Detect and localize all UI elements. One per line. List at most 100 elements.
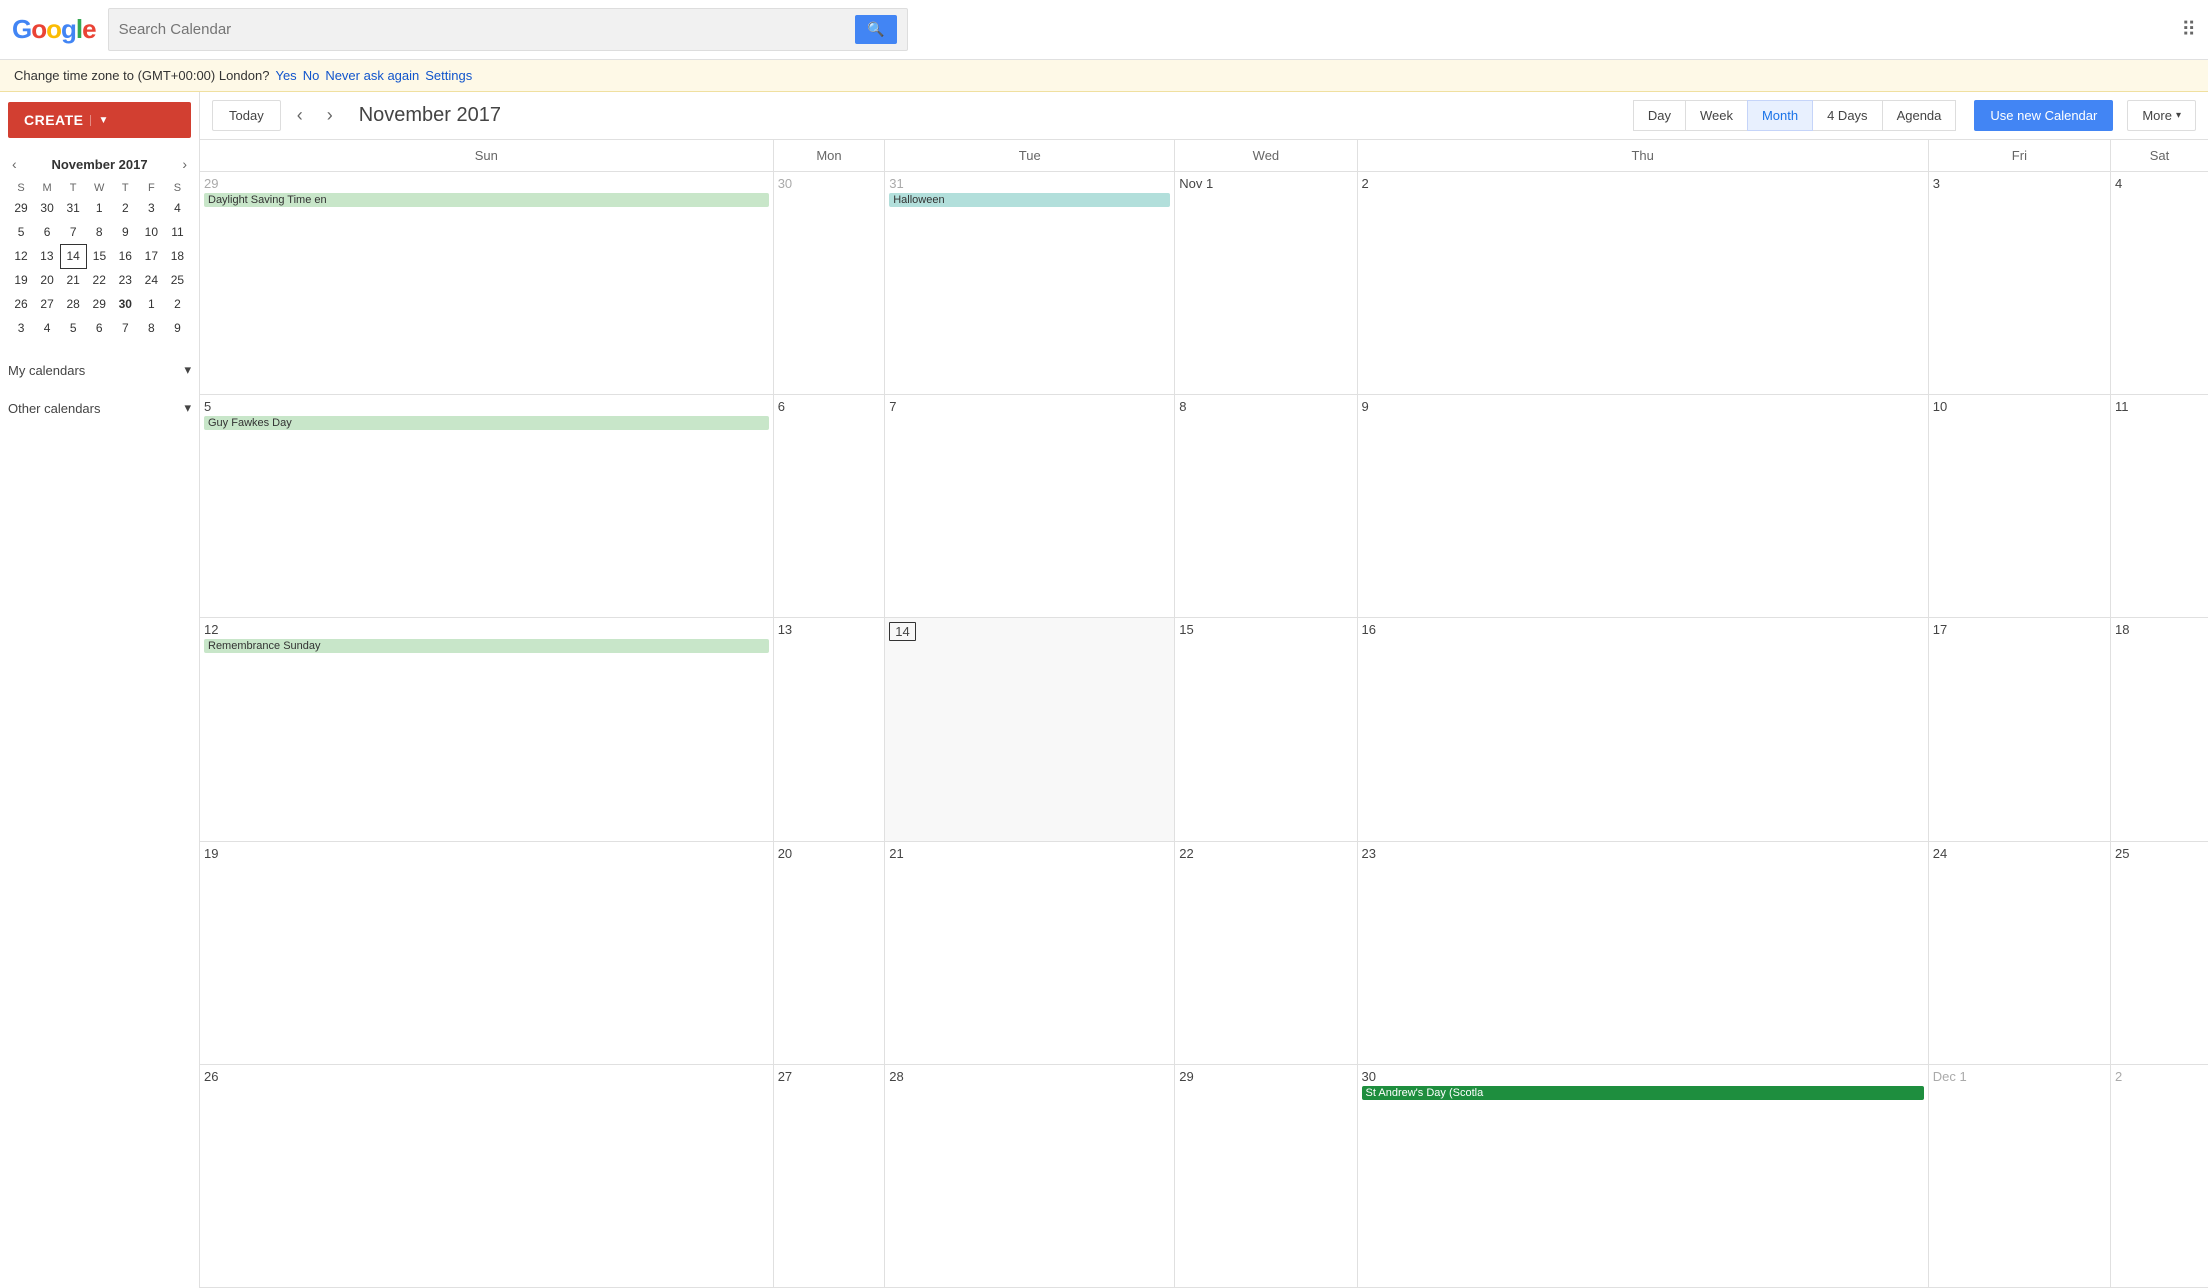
mini-cal-day[interactable]: 19: [8, 268, 34, 292]
calendar-event[interactable]: Guy Fawkes Day: [204, 416, 769, 430]
mini-cal-day[interactable]: 4: [34, 316, 60, 340]
use-new-calendar-button[interactable]: Use new Calendar: [1974, 100, 2113, 131]
calendar-cell[interactable]: 23: [1357, 841, 1928, 1064]
next-month-button[interactable]: ›: [319, 101, 341, 130]
mini-cal-day[interactable]: 8: [86, 220, 112, 244]
mini-cal-day[interactable]: 18: [164, 244, 190, 268]
apps-grid-icon[interactable]: ⠿: [2181, 17, 2196, 42]
tz-settings-link[interactable]: Settings: [425, 68, 472, 83]
mini-cal-day[interactable]: 14: [60, 244, 86, 268]
calendar-cell[interactable]: 2: [1357, 172, 1928, 395]
calendar-cell[interactable]: 20: [773, 841, 885, 1064]
mini-cal-day[interactable]: 8: [138, 316, 164, 340]
mini-cal-day[interactable]: 30: [34, 196, 60, 220]
view-month-button[interactable]: Month: [1747, 100, 1813, 131]
calendar-cell[interactable]: 25: [2111, 841, 2208, 1064]
create-button[interactable]: CREATE ▼: [8, 102, 191, 138]
mini-cal-day[interactable]: 9: [112, 220, 138, 244]
calendar-cell[interactable]: 21: [885, 841, 1175, 1064]
mini-cal-day[interactable]: 1: [86, 196, 112, 220]
my-calendars-dropdown-icon[interactable]: ▾: [184, 362, 191, 378]
mini-cal-day[interactable]: 30: [112, 292, 138, 316]
more-button[interactable]: More ▾: [2127, 100, 2196, 131]
calendar-cell[interactable]: 9: [1357, 395, 1928, 618]
mini-cal-day[interactable]: 27: [34, 292, 60, 316]
calendar-cell[interactable]: 13: [773, 618, 885, 841]
mini-cal-day[interactable]: 28: [60, 292, 86, 316]
mini-cal-day[interactable]: 29: [86, 292, 112, 316]
mini-cal-day[interactable]: 6: [34, 220, 60, 244]
calendar-cell[interactable]: 30St Andrew's Day (Scotla: [1357, 1064, 1928, 1287]
mini-cal-day[interactable]: 7: [112, 316, 138, 340]
search-button[interactable]: 🔍: [855, 15, 896, 44]
calendar-cell[interactable]: 16: [1357, 618, 1928, 841]
mini-cal-day[interactable]: 29: [8, 196, 34, 220]
mini-cal-day[interactable]: 2: [164, 292, 190, 316]
calendar-cell[interactable]: 27: [773, 1064, 885, 1287]
tz-no-link[interactable]: No: [303, 68, 320, 83]
mini-cal-prev-btn[interactable]: ‹: [8, 154, 21, 174]
mini-cal-day[interactable]: 23: [112, 268, 138, 292]
mini-cal-day[interactable]: 4: [164, 196, 190, 220]
search-input[interactable]: [119, 21, 856, 38]
calendar-cell[interactable]: 26: [200, 1064, 773, 1287]
mini-cal-day[interactable]: 1: [138, 292, 164, 316]
calendar-event[interactable]: Remembrance Sunday: [204, 639, 769, 653]
mini-cal-day[interactable]: 26: [8, 292, 34, 316]
calendar-event[interactable]: Halloween: [889, 193, 1170, 207]
calendar-cell[interactable]: 31Halloween: [885, 172, 1175, 395]
mini-cal-day[interactable]: 25: [164, 268, 190, 292]
calendar-cell[interactable]: Nov 1: [1175, 172, 1357, 395]
prev-month-button[interactable]: ‹: [289, 101, 311, 130]
mini-cal-next-btn[interactable]: ›: [178, 154, 191, 174]
mini-cal-day[interactable]: 31: [60, 196, 86, 220]
calendar-cell[interactable]: 30: [773, 172, 885, 395]
mini-cal-day[interactable]: 10: [138, 220, 164, 244]
calendar-cell[interactable]: 29Daylight Saving Time en: [200, 172, 773, 395]
calendar-cell[interactable]: 12Remembrance Sunday: [200, 618, 773, 841]
create-dropdown-arrow[interactable]: ▼: [90, 115, 109, 126]
calendar-cell[interactable]: 4: [2111, 172, 2208, 395]
calendar-cell[interactable]: 29: [1175, 1064, 1357, 1287]
calendar-cell[interactable]: 10: [1928, 395, 2110, 618]
mini-cal-day[interactable]: 3: [8, 316, 34, 340]
view-week-button[interactable]: Week: [1685, 100, 1748, 131]
my-calendars-header[interactable]: My calendars ▾: [8, 356, 191, 384]
calendar-cell[interactable]: 7: [885, 395, 1175, 618]
calendar-cell[interactable]: 8: [1175, 395, 1357, 618]
calendar-cell[interactable]: 18: [2111, 618, 2208, 841]
view-4days-button[interactable]: 4 Days: [1812, 100, 1882, 131]
tz-yes-link[interactable]: Yes: [275, 68, 296, 83]
mini-cal-day[interactable]: 20: [34, 268, 60, 292]
view-day-button[interactable]: Day: [1633, 100, 1686, 131]
calendar-event[interactable]: St Andrew's Day (Scotla: [1362, 1086, 1924, 1100]
today-button[interactable]: Today: [212, 100, 281, 131]
calendar-cell[interactable]: 14: [885, 618, 1175, 841]
calendar-cell[interactable]: 19: [200, 841, 773, 1064]
mini-cal-day[interactable]: 5: [8, 220, 34, 244]
mini-cal-day[interactable]: 6: [86, 316, 112, 340]
other-calendars-header[interactable]: Other calendars ▾: [8, 394, 191, 422]
mini-cal-day[interactable]: 22: [86, 268, 112, 292]
calendar-cell[interactable]: 24: [1928, 841, 2110, 1064]
mini-cal-day[interactable]: 3: [138, 196, 164, 220]
other-calendars-dropdown-icon[interactable]: ▾: [184, 400, 191, 416]
calendar-cell[interactable]: 15: [1175, 618, 1357, 841]
mini-cal-day[interactable]: 21: [60, 268, 86, 292]
mini-cal-day[interactable]: 2: [112, 196, 138, 220]
calendar-cell[interactable]: Dec 1: [1928, 1064, 2110, 1287]
calendar-cell[interactable]: 22: [1175, 841, 1357, 1064]
mini-cal-day[interactable]: 12: [8, 244, 34, 268]
calendar-cell[interactable]: 17: [1928, 618, 2110, 841]
calendar-cell[interactable]: 2: [2111, 1064, 2208, 1287]
view-agenda-button[interactable]: Agenda: [1882, 100, 1957, 131]
calendar-event[interactable]: Daylight Saving Time en: [204, 193, 769, 207]
calendar-cell[interactable]: 3: [1928, 172, 2110, 395]
calendar-cell[interactable]: 5Guy Fawkes Day: [200, 395, 773, 618]
mini-cal-day[interactable]: 5: [60, 316, 86, 340]
mini-cal-day[interactable]: 16: [112, 244, 138, 268]
mini-cal-day[interactable]: 7: [60, 220, 86, 244]
mini-cal-day[interactable]: 13: [34, 244, 60, 268]
tz-never-link[interactable]: Never ask again: [325, 68, 419, 83]
mini-cal-day[interactable]: 15: [86, 244, 112, 268]
